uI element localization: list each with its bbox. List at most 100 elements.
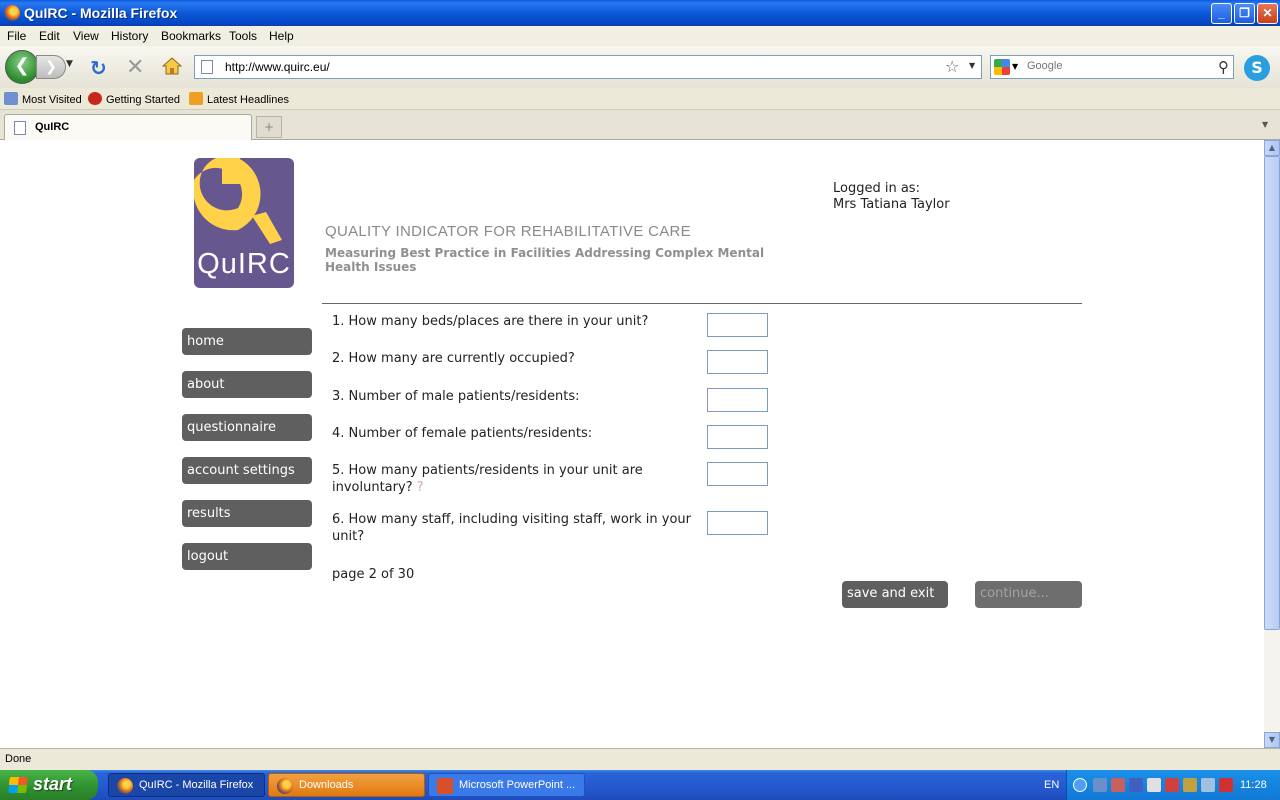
menu-file[interactable]: File (7, 29, 26, 43)
back-arrow-icon: ❮ (14, 55, 30, 76)
status-text: Done (5, 753, 32, 765)
back-button[interactable]: ❮ (5, 50, 39, 84)
url-input[interactable] (223, 58, 923, 76)
menu-edit[interactable]: Edit (39, 29, 60, 43)
occupied-input[interactable] (707, 350, 768, 374)
beds-input[interactable] (707, 313, 768, 337)
plus-icon: + (263, 120, 275, 134)
question-label: 2. How many are currently occupied? (332, 351, 575, 366)
tray-app-icon[interactable] (1129, 778, 1143, 792)
forward-arrow-icon: ❯ (45, 59, 57, 75)
menu-help[interactable]: Help (269, 29, 294, 43)
menu-bookmarks[interactable]: Bookmarks (161, 29, 221, 43)
language-indicator[interactable]: EN (1044, 779, 1059, 791)
menu-view[interactable]: View (73, 29, 99, 43)
tray-app-icon[interactable] (1183, 778, 1197, 792)
firefox-icon (117, 778, 133, 794)
bookmark-most-visited[interactable]: Most Visited (4, 92, 82, 106)
male-patients-input[interactable] (707, 388, 768, 412)
involuntary-input[interactable] (707, 462, 768, 486)
logged-in-label: Logged in as: (833, 181, 920, 196)
page-icon (14, 121, 26, 135)
bookmark-star-icon[interactable]: ☆ (945, 57, 959, 76)
status-bar: Done (0, 748, 1280, 770)
menu-history[interactable]: History (111, 29, 148, 43)
url-dropdown-icon[interactable]: ▼ (969, 61, 975, 70)
start-button[interactable]: start (0, 770, 98, 800)
close-button[interactable]: ✕ (1257, 3, 1278, 24)
quirc-logo: QuIRC (194, 158, 294, 288)
reload-icon[interactable]: ↻ (90, 56, 107, 80)
new-tab-button[interactable]: + (256, 116, 282, 138)
bookmark-latest-headlines[interactable]: Latest Headlines (189, 92, 289, 106)
address-bar[interactable]: ☆ ▼ (194, 55, 982, 79)
question-involuntary: 5. How many patients/residents in your u… (332, 462, 662, 496)
shield-icon[interactable] (1147, 778, 1161, 792)
monitor-icon[interactable] (1201, 778, 1215, 792)
scroll-down-icon[interactable]: ▼ (1264, 732, 1280, 748)
google-icon[interactable] (994, 59, 1010, 75)
vertical-scrollbar[interactable]: ▲ ▼ (1264, 140, 1280, 748)
menu-bar: File Edit View History Bookmarks Tools H… (0, 26, 1280, 46)
tab-strip: QuIRC + ▼ (0, 110, 1280, 140)
skype-icon[interactable]: S (1244, 55, 1270, 81)
search-engine-dropdown-icon[interactable]: ▼ (1012, 62, 1018, 71)
tray-app-icon[interactable] (1219, 778, 1233, 792)
nav-logout-button[interactable]: logout (182, 543, 312, 570)
minimize-button[interactable]: _ (1211, 3, 1232, 24)
taskbar: start QuIRC - Mozilla Firefox Downloads … (0, 770, 1280, 800)
help-icon[interactable]: ? (417, 479, 424, 496)
menu-tools[interactable]: Tools (229, 29, 257, 43)
logo-text: QuIRC (197, 248, 291, 280)
search-input[interactable] (1025, 59, 1205, 73)
antivirus-icon[interactable] (1165, 778, 1179, 792)
search-icon[interactable]: ⚲ (1218, 58, 1229, 76)
network-icon[interactable] (1093, 778, 1107, 792)
most-visited-icon (4, 92, 18, 105)
bookmarks-toolbar: Most Visited Getting Started Latest Head… (0, 88, 1280, 110)
taskbar-item-firefox[interactable]: QuIRC - Mozilla Firefox (108, 773, 265, 797)
logged-in-user: Mrs Tatiana Taylor (833, 197, 950, 212)
female-patients-input[interactable] (707, 425, 768, 449)
header-divider (322, 303, 1082, 304)
site-subtitle: Measuring Best Practice in Facilities Ad… (325, 246, 765, 274)
stop-icon[interactable]: ✕ (126, 55, 144, 80)
window-title-bar: QuIRC - Mozilla Firefox _ ❐ ✕ (0, 0, 1280, 26)
continue-button[interactable]: continue... (975, 581, 1082, 608)
tab-list-dropdown-icon[interactable]: ▼ (1262, 120, 1268, 129)
save-and-exit-button[interactable]: save and exit (842, 581, 948, 608)
forward-button[interactable]: ❯ (36, 55, 66, 79)
tray-app-icon[interactable] (1111, 778, 1125, 792)
staff-input[interactable] (707, 511, 768, 535)
search-bar[interactable]: ▼ ⚲ (990, 55, 1234, 79)
history-dropdown-icon[interactable]: ▼ (66, 59, 73, 69)
page-content: QuIRC QUALITY INDICATOR FOR REHABILITATI… (0, 140, 1264, 748)
home-icon[interactable] (162, 57, 182, 75)
windows-logo-icon (8, 777, 28, 793)
powerpoint-icon (437, 778, 453, 794)
nav-questionnaire-button[interactable]: questionnaire (182, 414, 312, 441)
tab-quirc[interactable]: QuIRC (4, 114, 252, 140)
window-title: QuIRC - Mozilla Firefox (24, 5, 178, 21)
question-label: 3. Number of male patients/residents: (332, 389, 580, 404)
scroll-up-icon[interactable]: ▲ (1264, 140, 1280, 156)
question-label: 1. How many beds/places are there in you… (332, 314, 649, 329)
nav-results-button[interactable]: results (182, 500, 312, 527)
firefox-icon (277, 778, 293, 794)
system-tray: 11:28 (1066, 770, 1280, 800)
taskbar-item-downloads[interactable]: Downloads (268, 773, 425, 797)
bookmark-getting-started[interactable]: Getting Started (88, 92, 180, 106)
navigation-toolbar: ❮ ❯ ▼ ↻ ✕ ☆ ▼ ▼ ⚲ S (0, 46, 1280, 88)
taskbar-item-powerpoint[interactable]: Microsoft PowerPoint ... (428, 773, 585, 797)
maximize-button[interactable]: ❐ (1234, 3, 1255, 24)
page-icon (201, 60, 213, 74)
tray-expand-icon[interactable] (1073, 778, 1087, 792)
rss-icon (189, 92, 203, 105)
nav-home-button[interactable]: home (182, 328, 312, 355)
question-label: 4. Number of female patients/residents: (332, 426, 593, 441)
nav-account-settings-button[interactable]: account settings (182, 457, 312, 484)
clock: 11:28 (1240, 779, 1267, 791)
scrollbar-thumb[interactable] (1264, 156, 1280, 630)
question-label: 6. How many staff, including visiting st… (332, 512, 692, 544)
nav-about-button[interactable]: about (182, 371, 312, 398)
